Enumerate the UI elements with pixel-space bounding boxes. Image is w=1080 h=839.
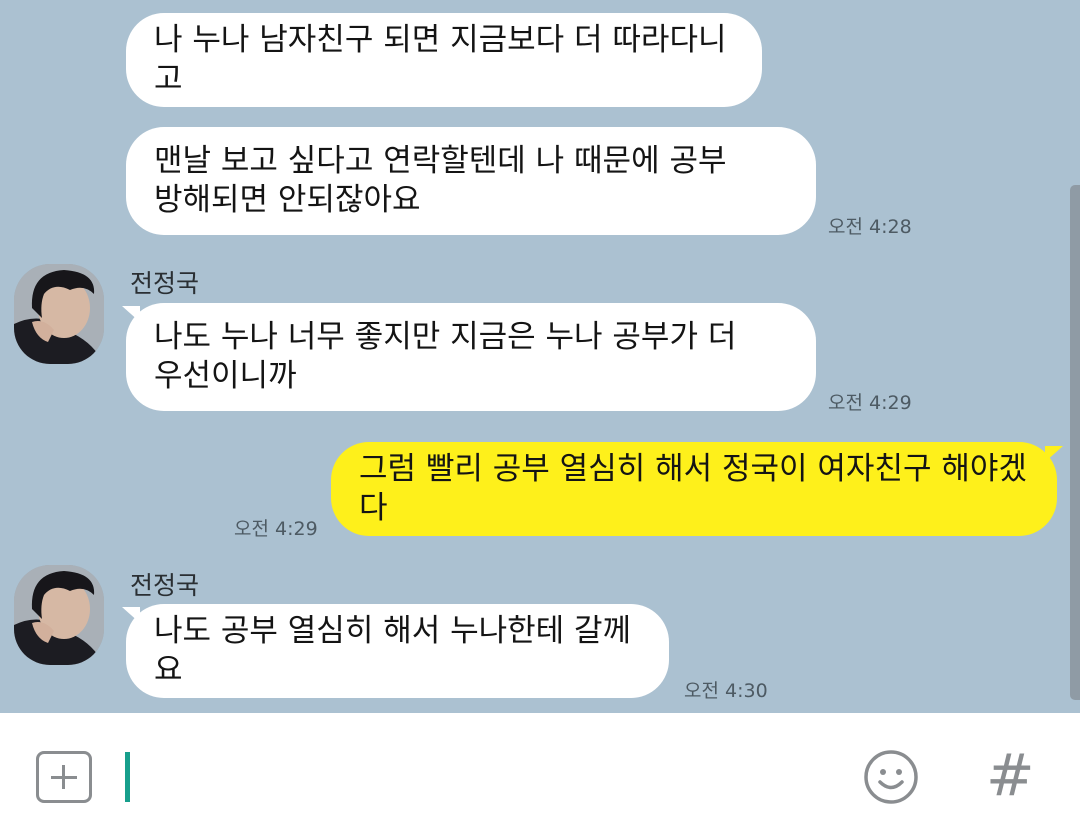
message-text: 나도 공부 열심히 해서 누나한테 갈께요 (154, 613, 632, 688)
message-text: 나 누나 남자친구 되면 지금보다 더 따라다니고 (154, 22, 727, 97)
message-bubble[interactable]: 나도 누나 너무 좋지만 지금은 누나 공부가 더 우선이니까 (126, 303, 816, 411)
scrollbar[interactable] (1070, 185, 1080, 700)
message-bubble[interactable]: 나도 공부 열심히 해서 누나한테 갈께요 (126, 604, 669, 698)
plus-icon[interactable] (36, 751, 92, 803)
hash-icon[interactable]: # (986, 746, 1035, 804)
profile-photo-icon (14, 565, 104, 665)
my-message-bubble[interactable]: 그럼 빨리 공부 열심히 해서 정국이 여자친구 해야겠다 (331, 442, 1057, 536)
message-text: 그럼 빨리 공부 열심히 해서 정국이 여자친구 해야겠다 (359, 451, 1027, 526)
message-text: 맨날 보고 싶다고 연락할텐데 나 때문에 공부 방해되면 안되잖아요 (154, 143, 727, 218)
message-time: 오전 4:30 (684, 680, 768, 702)
message-time: 오전 4:29 (828, 392, 912, 414)
avatar[interactable] (14, 565, 104, 665)
emoji-icon[interactable] (863, 749, 919, 805)
sender-name: 전정국 (130, 571, 200, 600)
message-bubble[interactable]: 맨날 보고 싶다고 연락할텐데 나 때문에 공부 방해되면 안되잖아요 (126, 127, 816, 235)
bubble-tail (1045, 446, 1063, 462)
message-text: 나도 누나 너무 좋지만 지금은 누나 공부가 더 우선이니까 (154, 319, 737, 394)
sender-name: 전정국 (130, 269, 200, 298)
message-time: 오전 4:29 (234, 518, 318, 540)
message-time: 오전 4:28 (828, 216, 912, 238)
chat-area[interactable]: 나 누나 남자친구 되면 지금보다 더 따라다니고 맨날 보고 싶다고 연락할텐… (0, 0, 1080, 713)
profile-photo-icon (14, 264, 104, 364)
message-bubble[interactable]: 나 누나 남자친구 되면 지금보다 더 따라다니고 (126, 13, 762, 107)
message-input[interactable] (125, 752, 130, 802)
avatar[interactable] (14, 264, 104, 364)
